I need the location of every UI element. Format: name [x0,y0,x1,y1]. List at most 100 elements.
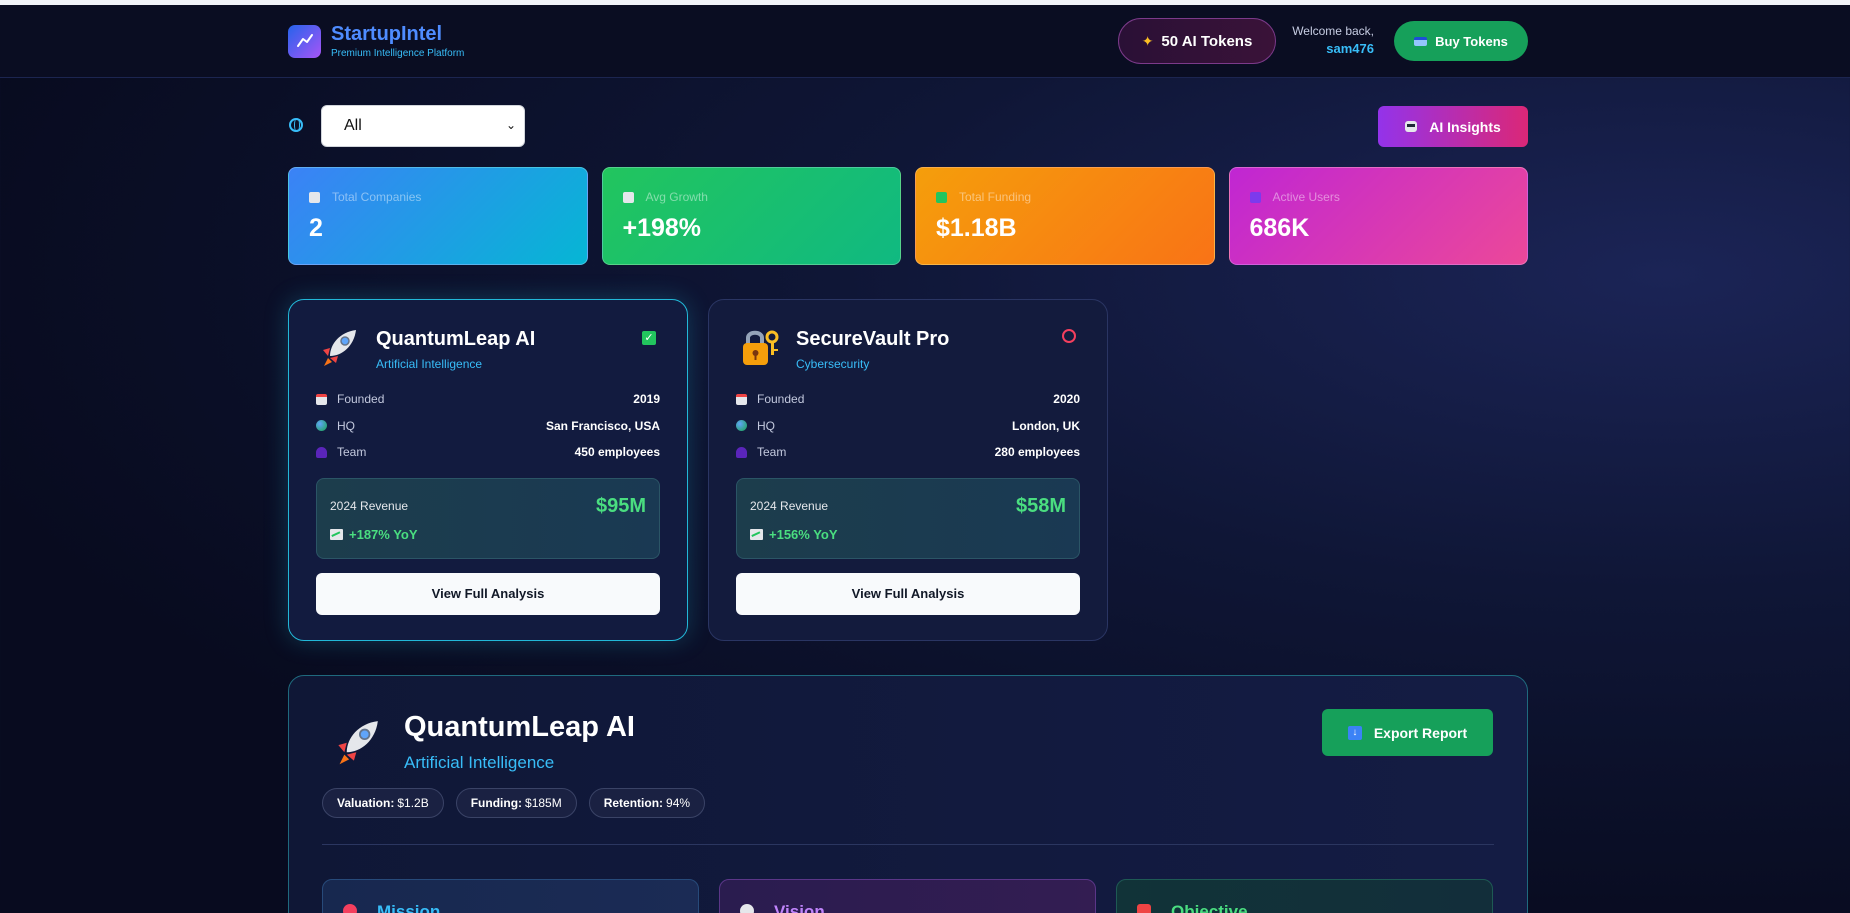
meta-label: Team [757,445,787,460]
credit-card-icon [1414,36,1428,46]
stat-card-avg-growth: Avg Growth +198% [601,167,901,265]
metric-chips: Valuation: $1.2B Funding: $185M Retention:… [322,788,706,818]
meta-team: Team 280 employees [736,439,1080,466]
crystal-ball-icon [740,904,754,913]
meta-value: 280 employees [994,445,1080,460]
download-icon: ↓ [1347,725,1362,740]
region-filter-select[interactable]: All ⌄ [321,105,525,147]
mission-heading: Mission [377,902,441,913]
stat-label: Total Funding [959,190,1032,204]
company-name: SecureVault Pro [796,328,950,350]
stat-card-total-companies: Total Companies 2 [288,167,588,265]
ai-insights-label: AI Insights [1429,118,1501,135]
view-full-analysis-button[interactable]: View Full Analysis [316,572,660,615]
objective-panel: Objective [1116,879,1493,913]
divider [322,844,1494,845]
yoy-growth: +187% YoY [349,526,418,542]
stat-card-active-users: Active Users 686K [1228,167,1528,265]
stat-value: +198% [622,214,702,242]
meta-hq: HQ London, UK [736,413,1080,440]
strategy-pillars: Mission Vision Objective [322,879,1493,913]
sparkles-icon: ✦ [1141,32,1154,49]
rocket-icon [330,714,385,769]
meta-label: Team [337,445,367,460]
objective-heading: Objective [1171,902,1248,913]
stat-label: Active Users [1272,190,1340,204]
revenue-box: 2024 Revenue $95M +187% YoY [316,477,660,559]
chip-label: Funding: [470,796,523,810]
meta-label: HQ [337,418,355,433]
company-category: Cybersecurity [796,357,870,371]
building-icon [309,191,320,203]
company-detail-panel: QuantumLeap AI Artificial Intelligence V… [288,675,1528,913]
retention-chip: Retention: 94% [588,788,706,818]
meta-founded: Founded 2019 [316,386,660,413]
company-card-securevault[interactable]: SecureVault Pro Cybersecurity Founded 20… [708,299,1108,641]
company-category: Artificial Intelligence [376,357,483,371]
app-header: StartupIntel Premium Intelligence Platfo… [0,5,1850,78]
export-report-label: Export Report [1373,724,1468,741]
revenue-value: $95M [595,494,646,517]
meta-value: 450 employees [574,445,660,460]
user-greeting: Welcome back, sam476 [1290,24,1374,56]
brand-tagline: Premium Intelligence Platform [331,48,465,59]
valuation-chip: Valuation: $1.2B [322,788,444,818]
globe-icon [316,420,327,432]
stat-label: Total Companies [332,190,422,204]
chart-up-icon [330,528,343,540]
chip-value: $1.2B [397,796,429,810]
region-filter-value: All [344,117,362,134]
token-balance-pill[interactable]: ✦ 50 AI Tokens [1118,18,1276,64]
meta-label: Founded [337,392,385,407]
vision-heading: Vision [774,902,825,913]
meta-label: HQ [757,418,775,433]
buy-tokens-label: Buy Tokens [1435,33,1508,49]
robot-icon [1405,121,1418,132]
rocket-icon [316,324,362,370]
funding-chip: Funding: $185M [455,788,577,818]
vision-panel: Vision [719,879,1096,913]
stat-value: 2 [309,214,323,242]
ai-insights-button[interactable]: AI Insights [1378,106,1528,147]
meta-value: 2019 [633,392,660,407]
export-report-button[interactable]: ↓ Export Report [1322,709,1493,756]
meta-value: 2020 [1053,392,1080,407]
revenue-value: $58M [1015,494,1066,517]
brand[interactable]: StartupIntel Premium Intelligence Platfo… [288,23,464,59]
globe-icon [736,420,747,432]
trophy-icon [1137,904,1151,913]
meta-value: London, UK [1012,418,1080,433]
detail-company-category: Artificial Intelligence [404,753,555,772]
revenue-box: 2024 Revenue $58M +156% YoY [736,477,1080,559]
target-icon [343,904,357,913]
view-full-analysis-button[interactable]: View Full Analysis [736,572,1080,615]
globe-icon [289,118,303,132]
chip-label: Valuation: [337,796,395,810]
brand-name: StartupIntel [331,23,443,45]
company-card-quantumleap[interactable]: ✓ QuantumLeap AI Artificial Intelligence… [288,299,688,641]
buy-tokens-button[interactable]: Buy Tokens [1394,21,1528,61]
chevron-down-icon: ⌄ [505,118,516,132]
trend-logo-icon [288,24,321,58]
chip-label: Retention: [603,796,664,810]
token-balance: 50 AI Tokens [1161,32,1253,50]
lock-with-key-icon [736,324,782,370]
yoy-growth: +156% YoY [769,526,838,542]
users-icon [1249,191,1261,203]
check-icon[interactable]: ✓ [642,331,656,345]
meta-team: Team 450 employees [316,439,660,466]
users-icon [316,446,327,458]
stat-value: 686K [1249,214,1310,242]
chart-up-icon [622,191,634,203]
mission-panel: Mission [322,879,699,913]
stats-row: Total Companies 2 Avg Growth +198% Total… [288,167,1528,265]
calendar-icon [736,393,747,405]
chip-value: $185M [525,796,562,810]
detail-company-name: QuantumLeap AI [404,711,635,743]
ring-icon[interactable] [1062,329,1076,343]
money-icon [936,191,947,203]
calendar-icon [316,393,327,405]
stat-card-total-funding: Total Funding $1.18B [915,167,1215,265]
chip-value: 94% [666,796,691,810]
stat-value: $1.18B [936,214,1017,242]
